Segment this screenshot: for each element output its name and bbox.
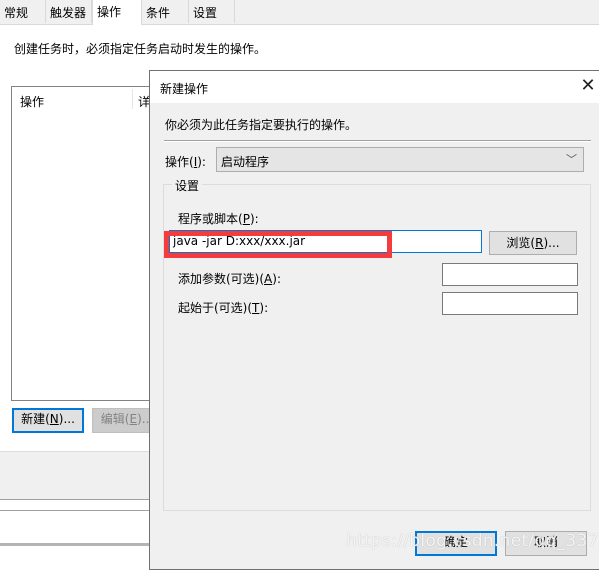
start-in-label: 起始于(可选)(T):	[178, 301, 269, 315]
arguments-input[interactable]	[442, 263, 578, 286]
settings-group-title: 设置	[172, 177, 203, 194]
column-header-action[interactable]: 操作	[20, 93, 44, 110]
browse-button[interactable]: 浏览(R)...	[489, 231, 577, 255]
dialog-titlebar[interactable]: 新建操作 ✕	[150, 71, 599, 103]
close-icon[interactable]: ✕	[578, 76, 598, 96]
action-type-value: 启动程序	[221, 155, 270, 169]
tab-settings[interactable]: 设置	[189, 0, 235, 23]
actions-description: 创建任务时，必须指定任务启动时发生的操作。	[14, 42, 267, 56]
new-action-dialog: 新建操作 ✕ 你必须为此任务指定要执行的操作。 操作(I): 启动程序 ﹀ 设置…	[149, 70, 599, 570]
background-divider	[0, 510, 160, 511]
column-divider[interactable]	[132, 89, 133, 109]
tab-bar: 常规 触发器 操作 条件 设置	[0, 0, 599, 25]
tab-actions[interactable]: 操作	[92, 0, 142, 25]
program-script-label: 程序或脚本(P):	[178, 212, 259, 226]
dialog-description: 你必须为此任务指定要执行的操作。	[165, 118, 358, 132]
start-in-input[interactable]	[442, 292, 578, 315]
dialog-title: 新建操作	[160, 82, 209, 96]
ok-button[interactable]: 确定	[415, 531, 497, 556]
background-bottom-bar	[0, 543, 160, 546]
tab-general[interactable]: 常规	[0, 0, 46, 23]
action-type-label: 操作(I):	[165, 155, 206, 169]
new-action-button[interactable]: 新建(N)...	[12, 408, 84, 433]
cancel-button[interactable]: 取消	[505, 531, 587, 556]
program-script-input[interactable]: java -jar D:xxx/xxx.jar	[169, 230, 482, 253]
program-script-value: java -jar D:xxx/xxx.jar	[173, 234, 306, 248]
background-panel-band	[0, 451, 160, 500]
arguments-label: 添加参数(可选)(A):	[178, 272, 281, 286]
tab-conditions[interactable]: 条件	[142, 0, 189, 23]
chevron-down-icon: ﹀	[566, 153, 577, 166]
tab-triggers[interactable]: 触发器	[46, 0, 92, 23]
action-type-select[interactable]: 启动程序 ﹀	[216, 147, 584, 172]
dialog-separator	[164, 140, 591, 142]
